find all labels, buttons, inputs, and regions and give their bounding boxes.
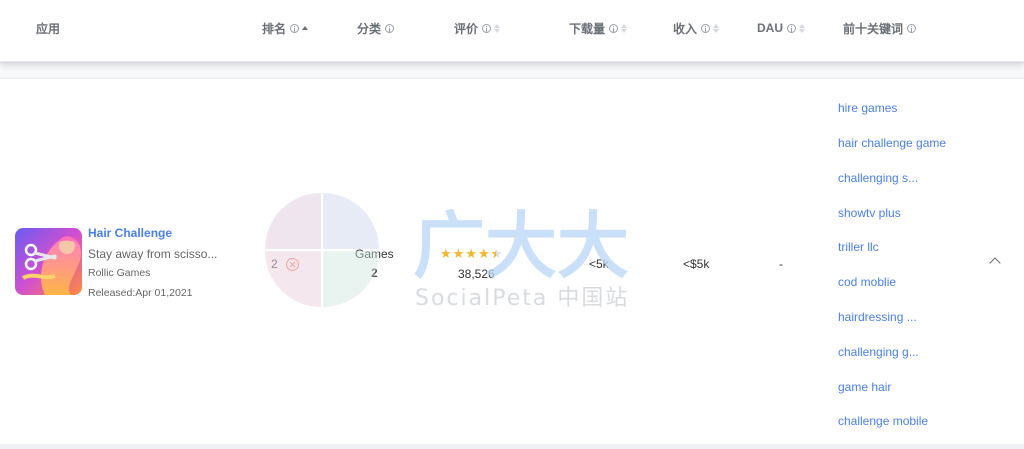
info-icon[interactable] (290, 23, 300, 33)
sort-icon[interactable] (621, 22, 628, 34)
info-icon[interactable] (482, 23, 492, 33)
sort-icon[interactable] (494, 22, 501, 34)
sort-icon[interactable] (713, 22, 720, 34)
column-app-label: 应用 (36, 21, 61, 36)
sort-icon[interactable] (302, 22, 309, 34)
column-revenue[interactable]: 收入 (673, 20, 720, 36)
column-top-keywords: 前十关键词 (843, 20, 917, 36)
app-description: Stay away from scisso... (88, 247, 218, 261)
rank-cell: 2 (271, 257, 299, 271)
info-icon[interactable] (701, 23, 711, 33)
rating-count: 38,526 (458, 267, 495, 281)
chevron-up-icon[interactable] (989, 257, 1001, 269)
keyword-link[interactable]: hair challenge game (838, 136, 946, 150)
table-header: 应用 排名 分类 评价 下载量 收入 DAU 前十关键词 (0, 0, 1024, 62)
keyword-link[interactable]: challenging s... (838, 171, 918, 185)
keyword-link[interactable]: challenge mobile (838, 414, 928, 428)
keyword-link[interactable]: hairdressing ... (838, 310, 917, 324)
rank-value: 2 (271, 257, 278, 271)
info-icon[interactable] (907, 23, 917, 33)
app-developer: Rollic Games (88, 267, 151, 279)
app-icon[interactable] (15, 228, 82, 295)
column-downloads[interactable]: 下载量 (569, 20, 628, 36)
keyword-link[interactable]: cod moblie (838, 275, 896, 289)
sort-icon[interactable] (799, 22, 805, 34)
column-category: 分类 (357, 20, 395, 36)
keyword-link[interactable]: challenging g... (838, 345, 919, 359)
downloads-value: <5k (589, 257, 609, 271)
star-icon: ★ (452, 246, 465, 261)
hair-challenge-logo (15, 228, 82, 295)
category-rank: 2 (371, 266, 378, 280)
star-icon: ★ (465, 246, 477, 261)
app-name-link[interactable]: Hair Challenge (88, 226, 172, 240)
rating-stars: ★ ★ ★ ★ ★★ (440, 247, 502, 260)
column-rating-label: 评价 (454, 21, 479, 36)
info-icon[interactable] (609, 23, 619, 33)
category-name: Games (355, 247, 394, 261)
dau-value: - (779, 257, 783, 271)
star-icon: ★ (440, 246, 452, 261)
column-downloads-label: 下载量 (569, 21, 606, 36)
column-top-keywords-label: 前十关键词 (843, 21, 904, 36)
revenue-value: <$5k (683, 257, 710, 271)
info-icon[interactable] (385, 23, 395, 33)
column-revenue-label: 收入 (673, 21, 698, 36)
star-icon: ★ (477, 246, 490, 261)
keyword-link[interactable]: showtv plus (838, 206, 901, 220)
column-rank[interactable]: 排名 (262, 20, 309, 36)
info-icon[interactable] (787, 23, 796, 33)
column-app: 应用 (36, 20, 60, 36)
row-separator (0, 444, 1024, 449)
keyword-link[interactable]: game hair (838, 380, 891, 394)
column-category-label: 分类 (357, 21, 382, 36)
remove-icon[interactable] (285, 257, 299, 271)
header-spacer (0, 63, 1024, 77)
column-dau-label: DAU (757, 21, 783, 35)
column-dau[interactable]: DAU (757, 20, 805, 36)
column-rating[interactable]: 评价 (454, 20, 501, 36)
keyword-link[interactable]: triller llc (838, 240, 879, 254)
column-rank-label: 排名 (262, 21, 287, 36)
app-release-date: Released:Apr 01,2021 (88, 287, 193, 299)
table-row[interactable]: Hair Challenge Stay away from scisso... … (0, 78, 1024, 444)
keyword-link[interactable]: hire games (838, 101, 897, 115)
half-star-icon: ★★ (490, 246, 503, 261)
